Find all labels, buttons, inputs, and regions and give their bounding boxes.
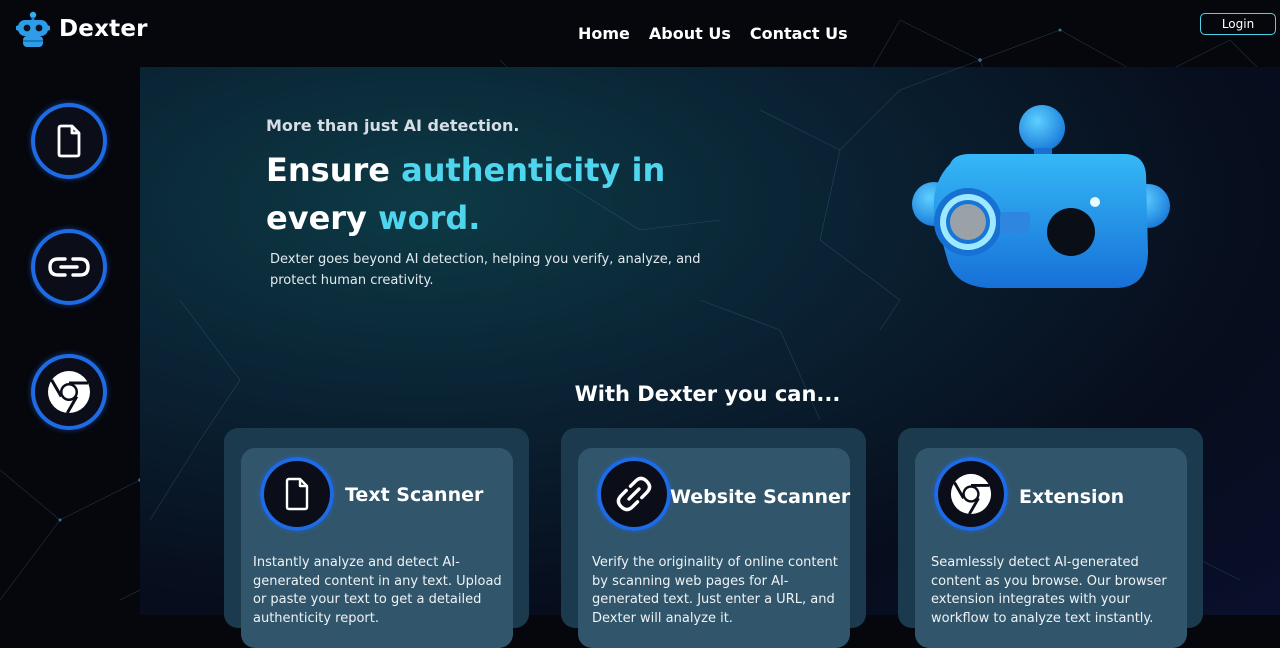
hero-title-accent: authenticity in: [401, 151, 666, 189]
card-inner: Extension Seamlessly detect AI-generated…: [915, 448, 1187, 648]
card-title: Extension: [1019, 486, 1125, 508]
feature-card-text-scanner[interactable]: Text Scanner Instantly analyze and detec…: [224, 428, 529, 648]
document-icon: [57, 124, 81, 158]
top-bar: Dexter Home About Us Contact Us Login: [0, 0, 1280, 67]
features-heading: With Dexter you can...: [574, 382, 841, 406]
card-text: Instantly analyze and detect AI-generate…: [253, 555, 502, 626]
link-icon: [48, 257, 90, 277]
hero-title-text-2: every: [266, 199, 379, 237]
hero-description: Dexter goes beyond AI detection, helping…: [270, 252, 701, 288]
document-icon: [285, 477, 309, 511]
brand-logo[interactable]: Dexter: [15, 11, 148, 47]
sidebar-item-text-scanner[interactable]: [31, 103, 107, 179]
link-icon: [616, 476, 652, 512]
main-nav: Home About Us Contact Us: [578, 24, 848, 43]
card-inner: Website Scanner Verify the originality o…: [578, 448, 850, 648]
card-icon-ring: [260, 457, 334, 531]
hero-title: Ensure authenticity in every word.: [266, 146, 686, 242]
hero-title-text: Ensure: [266, 151, 402, 189]
nav-about-us[interactable]: About Us: [649, 24, 731, 43]
hero-eyebrow: More than just AI detection.: [266, 116, 520, 135]
card-text: Seamlessly detect AI-generated content a…: [931, 555, 1167, 626]
feature-card-extension[interactable]: Extension Seamlessly detect AI-generated…: [898, 428, 1203, 648]
robot-mascot-illustration: [912, 105, 1170, 288]
brand-name: Dexter: [59, 16, 148, 42]
card-icon-ring: [597, 457, 671, 531]
card-title: Website Scanner: [670, 486, 851, 508]
sidebar-item-website-scanner[interactable]: [31, 229, 107, 305]
nav-home[interactable]: Home: [578, 24, 630, 43]
chrome-icon: [950, 473, 992, 515]
robot-icon: [15, 11, 51, 47]
login-button[interactable]: Login: [1200, 13, 1276, 35]
nav-contact-us[interactable]: Contact Us: [750, 24, 848, 43]
hero-title-accent-2: word.: [378, 199, 481, 237]
card-title: Text Scanner: [345, 484, 484, 506]
card-icon-ring: [934, 457, 1008, 531]
card-text: Verify the originality of online content…: [592, 555, 838, 626]
card-inner: Text Scanner Instantly analyze and detec…: [241, 448, 513, 648]
feature-card-website-scanner[interactable]: Website Scanner Verify the originality o…: [561, 428, 866, 648]
